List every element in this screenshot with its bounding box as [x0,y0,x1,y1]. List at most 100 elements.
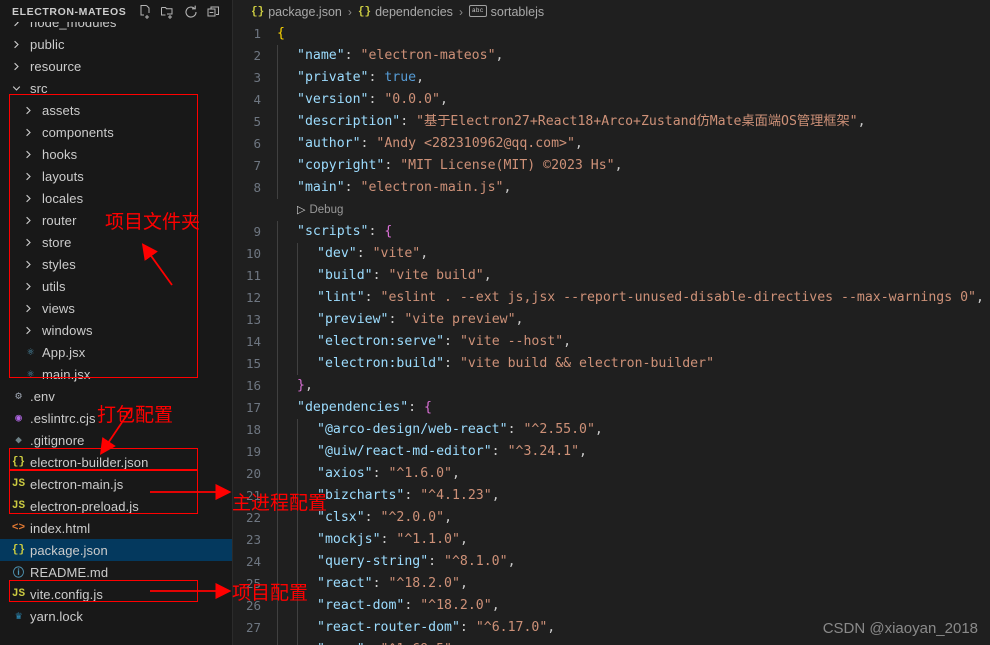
chevron-right-icon[interactable] [20,194,36,203]
code-text: "description": "基于Electron27+React18+Arc… [297,111,866,133]
chevron-right-icon[interactable] [20,282,36,291]
code-line[interactable]: 23 "mockjs": "^1.1.0", [233,529,990,551]
tree-file-eslintrc-cjs[interactable]: ◉ .eslintrc.cjs [0,407,232,429]
tree-file-electron-preload-js[interactable]: JS electron-preload.js [0,495,232,517]
tree-file-app-jsx[interactable]: ⚛ App.jsx [0,341,232,363]
breadcrumb-item-sortablejs[interactable]: abc sortablejs [468,4,544,19]
code-line[interactable]: 17 "dependencies": { [233,397,990,419]
chevron-right-icon[interactable] [20,238,36,247]
indent-guide [277,45,297,67]
code-line[interactable]: 26 "react-dom": "^18.2.0", [233,595,990,617]
code-line[interactable]: 11 "build": "vite build", [233,265,990,287]
tree-file-gitignore[interactable]: ◆ .gitignore [0,429,232,451]
chevron-right-icon[interactable] [20,106,36,115]
code-line[interactable]: 9 "scripts": { [233,221,990,243]
code-line[interactable]: 5 "description": "基于Electron27+React18+Ar… [233,111,990,133]
tree-item-label: layouts [42,168,84,184]
tree-folder-components[interactable]: components [0,121,232,143]
code-line[interactable]: 16}, [233,375,990,397]
vscode-window: ELECTRON-MATEOS node_modules public resour… [0,0,990,645]
code-token: : [388,312,405,327]
code-line[interactable]: 19 "@uiw/react-md-editor": "^3.24.1", [233,441,990,463]
code-line[interactable]: 10 "dev": "vite", [233,243,990,265]
debug-codelens-button[interactable]: ▷ Debug [297,199,343,221]
chevron-right-icon[interactable] [20,216,36,225]
indent-guide [277,529,297,551]
tree-folder-src[interactable]: src [0,77,232,99]
chevron-down-icon[interactable] [8,84,24,93]
refresh-icon[interactable] [183,4,199,20]
code-line[interactable]: 1{ [233,23,990,45]
tree-folder-node-modules[interactable]: node_modules [0,22,232,33]
tree-item-label: yarn.lock [30,608,83,624]
chevron-right-icon[interactable] [8,62,24,71]
chevron-right-icon[interactable] [20,150,36,159]
tree-folder-resource[interactable]: resource [0,55,232,77]
code-token: "^18.2.0" [388,576,460,591]
code-content[interactable]: 1{2 "name": "electron-mateos", 3 "private":… [233,23,990,645]
tree-file-vite-config-js[interactable]: JS vite.config.js [0,583,232,605]
code-line[interactable]: 8 "main": "electron-main.js", [233,177,990,199]
tree-file-yarn-lock[interactable]: ♛ yarn.lock [0,605,232,627]
code-line[interactable]: 18 "@arco-design/web-react": "^2.55.0", [233,419,990,441]
code-token: , [614,158,623,173]
indent-guide [277,111,297,133]
code-token: , [459,532,468,547]
tree-file-env[interactable]: ⚙ .env [0,385,232,407]
tree-folder-layouts[interactable]: layouts [0,165,232,187]
tree-file-readme-md[interactable]: ⓘ README.md [0,561,232,583]
indent-guide [277,419,297,441]
tree-file-electron-builder-json[interactable]: {} electron-builder.json [0,451,232,473]
tree-folder-store[interactable]: store [0,231,232,253]
tree-item-label: electron-builder.json [30,454,149,470]
tree-file-main-jsx[interactable]: ⚛ main.jsx [0,363,232,385]
tree-folder-utils[interactable]: utils [0,275,232,297]
tree-folder-assets[interactable]: assets [0,99,232,121]
line-number: 26 [245,598,261,613]
breadcrumb-item-dependencies[interactable]: {} dependencies [358,5,453,19]
chevron-right-icon[interactable] [20,260,36,269]
code-line[interactable]: 7 "copyright": "MIT License(MIT) ©2023 Hs… [233,155,990,177]
code-line[interactable]: 22 "clsx": "^2.0.0", [233,507,990,529]
tree-file-package-json[interactable]: {} package.json [0,539,232,561]
collapse-all-icon[interactable] [206,4,222,20]
file-tree[interactable]: node_modules public resource src assets compo… [0,22,232,645]
tree-file-index-html[interactable]: <> index.html [0,517,232,539]
chevron-right-icon[interactable] [8,22,24,27]
indent-guide [277,551,297,573]
chevron-right-icon[interactable] [20,128,36,137]
code-line[interactable]: 20 "axios": "^1.6.0", [233,463,990,485]
code-line[interactable]: 25 "react": "^18.2.0", [233,573,990,595]
code-line[interactable]: 13 "preview": "vite preview", [233,309,990,331]
chevron-right-icon[interactable] [8,40,24,49]
code-line[interactable]: 2 "name": "electron-mateos", [233,45,990,67]
new-file-icon[interactable] [137,4,153,20]
chevron-right-icon[interactable] [20,172,36,181]
code-line[interactable]: 12 "lint": "eslint . --ext js,jsx --repor… [233,287,990,309]
indent-guide [297,243,317,265]
chevron-right-icon[interactable] [20,304,36,313]
code-line[interactable]: 6 "author": "Andy <282310962@qq.com>", [233,133,990,155]
tree-folder-router[interactable]: router [0,209,232,231]
breadcrumb[interactable]: {} package.json ›{} dependencies › abc sortabl… [233,0,990,23]
tree-folder-styles[interactable]: styles [0,253,232,275]
chevron-right-icon[interactable] [20,326,36,335]
tree-item-label: utils [42,278,66,294]
tree-folder-public[interactable]: public [0,33,232,55]
breadcrumb-item-package-json[interactable]: {} package.json [251,5,342,19]
tree-folder-views[interactable]: views [0,297,232,319]
tree-folder-windows[interactable]: windows [0,319,232,341]
code-line[interactable]: 24 "query-string": "^8.1.0", [233,551,990,573]
tree-folder-hooks[interactable]: hooks [0,143,232,165]
code-line[interactable]: 21 "bizcharts": "^4.1.23", [233,485,990,507]
tree-item-label: .eslintrc.cjs [30,410,96,426]
code-line[interactable]: 15 "electron:build": "vite build && elect… [233,353,990,375]
code-line[interactable]: 4 "version": "0.0.0", [233,89,990,111]
code-line[interactable]: 3 "private": true, [233,67,990,89]
tree-folder-locales[interactable]: locales [0,187,232,209]
new-folder-icon[interactable] [160,4,176,20]
code-line[interactable]: 14 "electron:serve": "vite --host", [233,331,990,353]
code-token: "axios" [317,466,373,481]
tree-file-electron-main-js[interactable]: JS electron-main.js [0,473,232,495]
code-line[interactable]: 28 "sass": "^1.69.5", [233,639,990,645]
